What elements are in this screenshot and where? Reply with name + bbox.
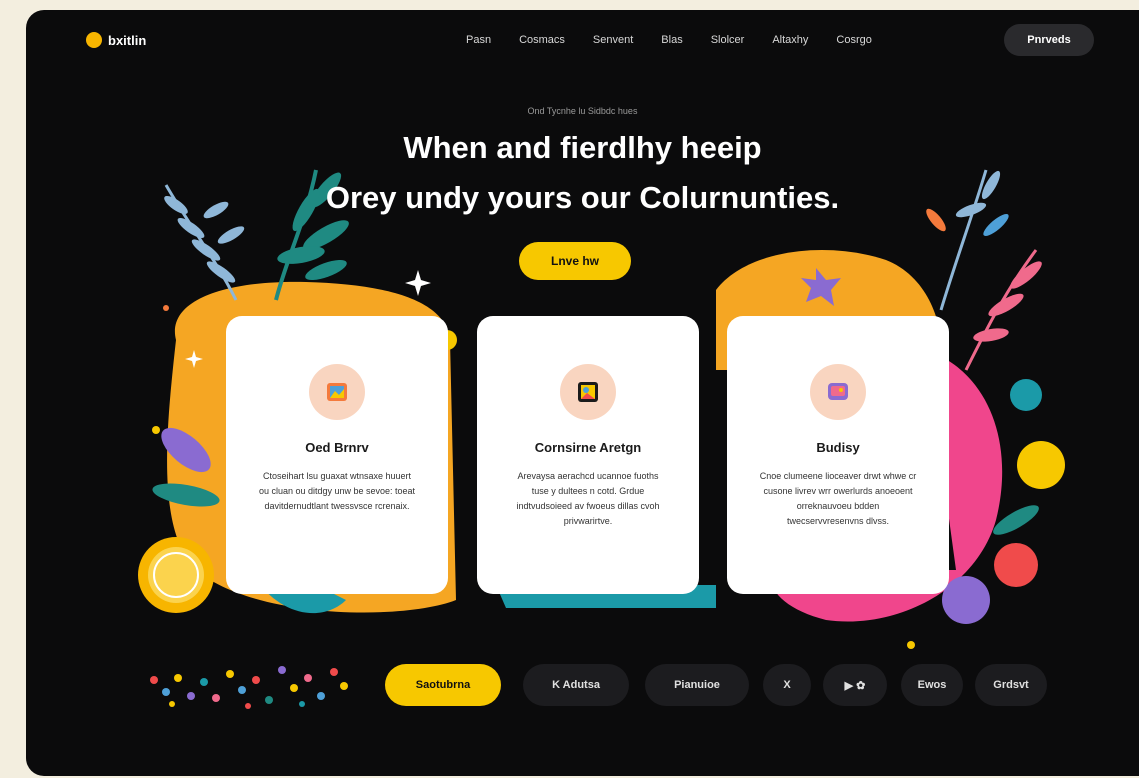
hero-cta-button[interactable]: Lnve hw	[519, 242, 631, 280]
feature-card-2[interactable]: Cornsirne Aretgn Arevaysa aerachcd ucann…	[477, 316, 699, 594]
nav-item-5[interactable]: Slolcer	[711, 34, 745, 46]
nav-item-2[interactable]: Cosmacs	[519, 34, 565, 46]
card-body: Cnoe clumeene lioceaver drwt whwe cr cus…	[759, 471, 917, 526]
top-navigation: Pasn Cosmacs Senvent Blas Slolcer Altaxh…	[466, 34, 900, 46]
logo-dot-icon	[86, 32, 102, 48]
nav-item-3[interactable]: Senvent	[593, 34, 633, 46]
nav-item-4[interactable]: Blas	[661, 34, 682, 46]
media-social-button[interactable]: ▶ ✿	[823, 664, 887, 706]
nav-item-6[interactable]: Altaxhy	[772, 34, 808, 46]
card-title: Cornsirne Aretgn	[534, 440, 642, 455]
bottom-item-2[interactable]: Pianuioe	[645, 664, 749, 706]
card-title: Budisy	[816, 440, 860, 455]
image-icon	[309, 364, 365, 420]
hero-headline-line1: When and fierdlhy heeip	[403, 130, 762, 165]
sun-decoration	[138, 537, 214, 613]
header-action-button[interactable]: Pnrveds	[1004, 24, 1094, 56]
feature-card-3[interactable]: Budisy Cnoe clumeene lioceaver drwt whwe…	[727, 316, 949, 594]
confetti-crowd	[150, 666, 348, 709]
bottom-item-5[interactable]: Ewos	[901, 664, 963, 706]
hero-eyebrow: Ond Tycnhe lu Sidbdc hues	[527, 106, 638, 116]
brand-logo[interactable]: bxitlin	[86, 32, 146, 48]
feature-card-1[interactable]: Oed Brnrv Ctoseihart lsu guaxat wtnsaxe …	[226, 316, 448, 594]
card-title: Oed Brnrv	[305, 440, 369, 455]
bottom-item-1[interactable]: K Adutsa	[523, 664, 629, 706]
x-social-button[interactable]: X	[763, 664, 811, 706]
bottom-item-6[interactable]: Grdsvt	[975, 664, 1047, 706]
browser-frame: bxitlin Pasn Cosmacs Senvent Blas Slolce…	[26, 10, 1139, 776]
bottom-primary-button[interactable]: Saotubrna	[385, 664, 501, 706]
picture-icon	[560, 364, 616, 420]
hero-headline-line2: Orey undy yours our Colurnunties.	[325, 180, 840, 215]
nav-item-7[interactable]: Cosrgo	[836, 34, 871, 46]
brand-name: bxitlin	[108, 32, 147, 48]
card-body: Ctoseihart lsu guaxat wtnsaxe huuert ou …	[258, 471, 416, 511]
sparkle	[405, 270, 431, 296]
chat-image-icon	[810, 364, 866, 420]
card-body: Arevaysa aerachcd ucannoe fuoths tuse y …	[516, 471, 660, 526]
nav-item-1[interactable]: Pasn	[466, 34, 491, 46]
